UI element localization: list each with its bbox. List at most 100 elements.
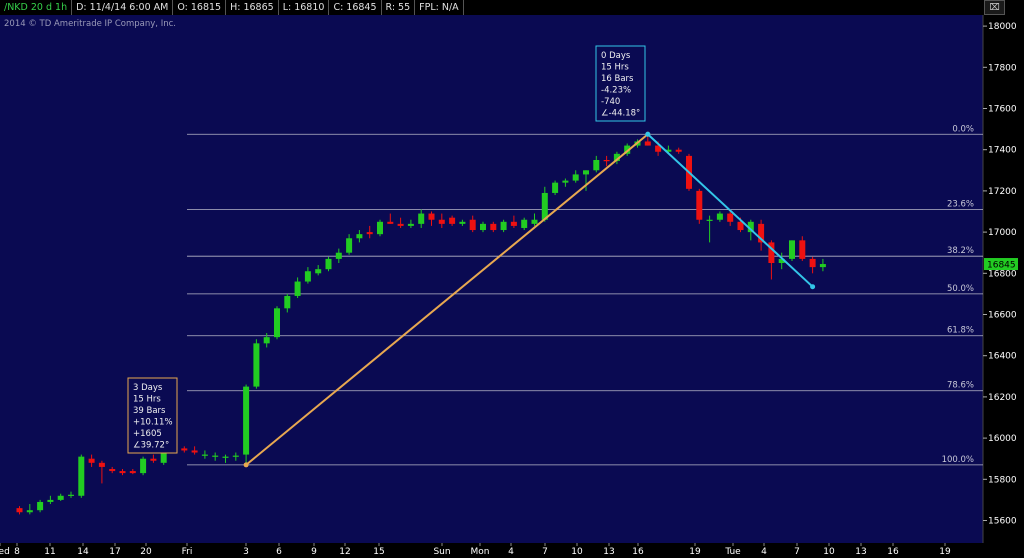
time-tick-label: 16 xyxy=(887,547,899,557)
candle-body xyxy=(150,458,157,461)
downtrend-stats-box: 0 Days 15 Hrs16 Bars -4.23%-740 ∠-44.18° xyxy=(595,45,646,122)
range-value: R: 55 xyxy=(382,0,416,15)
time-tick-label: 20 xyxy=(140,547,152,557)
candle-body xyxy=(531,219,538,224)
candle-body xyxy=(593,160,600,171)
fib-level-label: 50.0% xyxy=(947,284,974,294)
time-tick-label: Sun xyxy=(433,547,450,557)
candle-body xyxy=(98,462,105,467)
time-tick-label: 10 xyxy=(571,547,583,557)
time-tick-label: 13 xyxy=(855,547,866,557)
candle-body xyxy=(191,450,198,453)
close-value: C: 16845 xyxy=(329,0,382,15)
time-tick-label: 19 xyxy=(689,547,701,557)
price-tick-label: 15600 xyxy=(988,517,1017,527)
annotation-line: 15 Hrs xyxy=(601,63,629,73)
fib-level-label: 100.0% xyxy=(942,455,974,465)
price-tick-label: 16000 xyxy=(988,434,1017,444)
time-tick-label: Fri xyxy=(182,547,193,557)
fpl-value: FPL: N/A xyxy=(415,0,464,15)
annotation-line: -740 xyxy=(601,97,620,107)
annotation-line: 16 Bars xyxy=(601,74,634,84)
candle-body xyxy=(397,223,404,226)
price-tick-label: 16200 xyxy=(988,393,1017,403)
trendline-anchor[interactable] xyxy=(810,284,816,290)
annotation-line: ∠-44.18° xyxy=(601,109,640,119)
candle-body xyxy=(521,219,528,228)
time-tick-label: 10 xyxy=(823,547,835,557)
time-tick-label: 16 xyxy=(632,547,644,557)
candle-body xyxy=(16,508,23,513)
candle-body xyxy=(119,471,126,474)
time-tick-label: 6 xyxy=(276,547,282,557)
candle-body xyxy=(78,456,85,496)
price-tick-label: 17200 xyxy=(988,187,1017,197)
time-tick-label: 7 xyxy=(542,547,548,557)
candle-body xyxy=(325,258,332,270)
price-tick-label: 16800 xyxy=(988,269,1017,279)
candle-body xyxy=(696,190,703,220)
price-tick-label: 17800 xyxy=(988,63,1017,73)
annotation-line: 15 Hrs xyxy=(133,395,161,405)
candle-body xyxy=(284,295,291,309)
candle-body xyxy=(304,271,311,282)
trendline-anchor[interactable] xyxy=(645,131,651,137)
annotation-line: 3 Days xyxy=(133,383,163,393)
time-tick-label: 15 xyxy=(373,547,384,557)
candle-body xyxy=(449,217,456,224)
datetime-label: D: 11/4/14 6:00 AM xyxy=(72,0,174,15)
annotation-line: 39 Bars xyxy=(133,406,166,416)
current-price-label: 16845 xyxy=(984,258,1018,271)
price-tick-label: 15800 xyxy=(988,475,1017,485)
candle-body xyxy=(346,238,353,253)
price-tick-label: 18000 xyxy=(988,22,1017,32)
current-price-text: 16845 xyxy=(987,261,1016,271)
candle-body xyxy=(552,182,559,193)
candle-body xyxy=(562,180,569,183)
trendline-anchor[interactable] xyxy=(243,462,249,468)
candle-body xyxy=(541,192,548,220)
candle-body xyxy=(418,213,425,224)
settings-icon: ⌧ xyxy=(989,2,1000,13)
candle-body xyxy=(716,213,723,220)
candle-body xyxy=(480,223,486,231)
annotation-line: 0 Days xyxy=(601,51,631,61)
high-value: H: 16865 xyxy=(226,0,279,15)
chart-settings-button[interactable]: ⌧ xyxy=(984,0,1005,15)
candle-body xyxy=(675,149,682,152)
fib-level-label: 23.6% xyxy=(947,200,974,210)
low-value: L: 16810 xyxy=(279,0,330,15)
fib-level-label: 38.2% xyxy=(947,246,974,256)
candle-body xyxy=(727,213,734,222)
time-tick-label: 8 xyxy=(14,547,20,557)
candle-body xyxy=(438,219,445,224)
candle-body xyxy=(129,471,136,474)
time-tick-label: 12 xyxy=(339,547,350,557)
candle-body xyxy=(706,219,713,221)
symbol-label[interactable]: /NKD 20 d 1h xyxy=(0,0,73,15)
candle-body xyxy=(500,221,507,231)
candle-body xyxy=(819,264,826,268)
candle-body xyxy=(263,337,270,344)
annotation-line: +10.11% xyxy=(133,418,173,428)
time-tick-label: 9 xyxy=(311,547,317,557)
candle-body xyxy=(315,269,322,274)
copyright-text: 2014 © TD Ameritrade IP Company, Inc. xyxy=(4,19,176,29)
candle-body xyxy=(809,258,816,268)
price-tick-label: 16600 xyxy=(988,311,1017,321)
candle-body xyxy=(356,234,363,239)
open-value: O: 16815 xyxy=(173,0,227,15)
candle-body xyxy=(47,499,54,502)
price-chart[interactable]: 0.0%23.6%38.2%50.0%61.8%78.6%100.0% 1560… xyxy=(0,0,1024,558)
candle-body xyxy=(274,308,280,338)
time-tick-label: 4 xyxy=(761,547,767,557)
candle-body xyxy=(212,455,219,457)
candle-body xyxy=(799,240,806,259)
candle-body xyxy=(88,458,95,463)
candle-body xyxy=(37,501,44,511)
candle-body xyxy=(377,221,383,235)
candle-body xyxy=(572,174,579,181)
uptrend-stats-box: 3 Days 15 Hrs39 Bars +10.11%+1605 ∠39.72° xyxy=(127,377,178,454)
candle-body xyxy=(201,454,208,456)
candle-body xyxy=(335,252,342,259)
